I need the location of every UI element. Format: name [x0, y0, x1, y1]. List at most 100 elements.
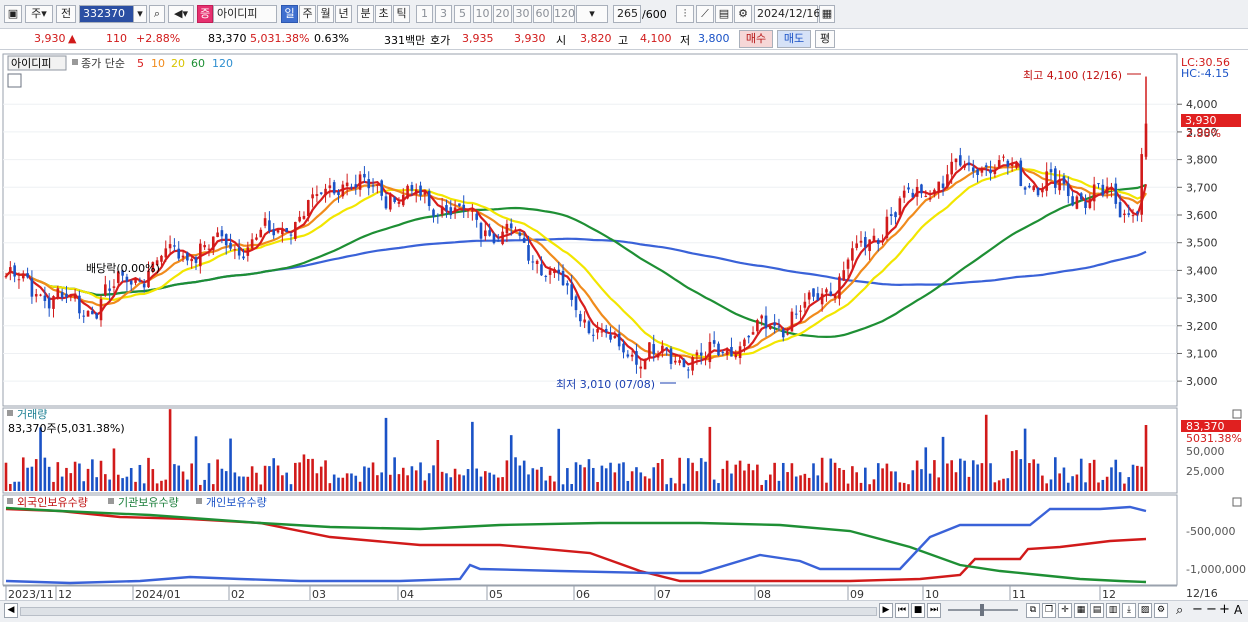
volume-bar [760, 484, 763, 491]
candle-body [129, 280, 133, 285]
scroll-right-icon[interactable]: ▶ [879, 603, 893, 618]
save-icon[interactable]: ▤ [715, 5, 733, 23]
scroll-track[interactable] [20, 607, 877, 616]
interval-120[interactable]: 120 [553, 5, 575, 23]
volume-bar [920, 469, 923, 491]
font-size-icon[interactable]: A [1234, 603, 1242, 617]
candle-body [259, 229, 263, 238]
candle-body [548, 270, 552, 275]
interval-5[interactable]: 5 [454, 5, 471, 23]
interval-10[interactable]: 10 [473, 5, 492, 23]
market-select[interactable]: 주▾ [25, 5, 53, 23]
stop-icon[interactable]: ■ [911, 603, 925, 618]
scroll-last-icon[interactable]: ⏭ [927, 603, 941, 618]
volume-bar [397, 474, 401, 491]
count-input[interactable]: 265 [613, 5, 641, 23]
period-year[interactable]: 년 [335, 5, 352, 23]
candle-body [794, 313, 798, 315]
candle-body [971, 167, 975, 172]
legend-ma20[interactable]: 20 [171, 57, 185, 70]
period-month[interactable]: 월 [317, 5, 334, 23]
interval-1[interactable]: 1 [416, 5, 433, 23]
volume-bar [583, 467, 586, 491]
zoom-reset-icon[interactable]: − [1206, 602, 1217, 617]
candle-body [319, 192, 323, 194]
volume-bar [350, 473, 353, 491]
candle-body [501, 231, 504, 245]
volume-bar [190, 463, 193, 491]
candle-body [924, 195, 928, 197]
volume-bar [911, 470, 915, 491]
zoom-in-icon[interactable]: + [1219, 602, 1230, 617]
mode-button[interactable]: 전 [56, 5, 76, 23]
candle-type-icon[interactable]: ⫶ [676, 5, 694, 23]
copy-icon[interactable]: ❐ [1042, 603, 1056, 618]
volume-close-icon[interactable] [1232, 409, 1242, 419]
zoom-slider-handle[interactable] [980, 604, 984, 616]
code-dropdown-icon[interactable]: ▾ [133, 5, 147, 23]
legend-ma60[interactable]: 60 [191, 57, 205, 70]
candle-body [674, 360, 677, 363]
interval-20[interactable]: 20 [493, 5, 512, 23]
period-minute[interactable]: 분 [357, 5, 374, 23]
window-menu-icon[interactable]: ▣ [4, 5, 22, 23]
period-day[interactable]: 일 [281, 5, 298, 23]
layout-icon[interactable]: ▤ [1090, 603, 1104, 618]
grid-toggle-icon[interactable] [7, 73, 22, 88]
code-input[interactable]: 332370 [79, 5, 137, 23]
draw-tool-icon[interactable]: ⟋ [696, 5, 714, 23]
buy-button[interactable]: 매수 [739, 30, 773, 48]
export-icon[interactable]: ⤓ [1122, 603, 1136, 618]
candle-body [1049, 169, 1053, 173]
volume-bar [963, 460, 966, 491]
grid-icon[interactable]: ▦ [1074, 603, 1088, 618]
candle-body [790, 311, 794, 332]
volume-bar [1136, 465, 1139, 491]
crosshair-icon[interactable]: ✛ [1058, 603, 1072, 618]
legend-ma10[interactable]: 10 [151, 57, 165, 70]
sound-icon[interactable]: ◀▾ [168, 5, 194, 23]
candle-body [997, 160, 1001, 167]
volume-bar [1015, 450, 1018, 491]
legend-kind: 종가 단순 [81, 57, 125, 70]
volume-bar [1062, 467, 1066, 491]
volume-bar [1144, 425, 1148, 491]
panel-icon[interactable]: ▥ [1106, 603, 1120, 618]
candle-body [807, 292, 811, 300]
holder-close-icon[interactable] [1232, 497, 1242, 507]
settings-icon[interactable]: ⚙ [1154, 603, 1168, 618]
period-second[interactable]: 초 [375, 5, 392, 23]
period-tick[interactable]: 틱 [393, 5, 410, 23]
interval-3[interactable]: 3 [435, 5, 452, 23]
candle-body [1045, 171, 1048, 191]
candle-body [682, 359, 686, 368]
sell-button[interactable]: 매도 [777, 30, 811, 48]
date-input[interactable]: 2024/12/16 [754, 5, 820, 23]
legend-ma120[interactable]: 120 [212, 57, 233, 70]
scroll-left-icon[interactable]: ◀ [4, 603, 18, 618]
calendar-icon[interactable]: ▦ [819, 5, 835, 23]
zoom-search-icon[interactable]: ⌕ [1176, 603, 1183, 618]
search-icon[interactable]: ⌕ [149, 5, 165, 23]
gear-icon[interactable]: ⚙ [734, 5, 752, 23]
period-week[interactable]: 주 [299, 5, 316, 23]
stock-chart[interactable]: 아이디피 종가 단순 5 10 20 60 120 4,0003,9003,80… [0, 50, 1248, 606]
split-view-icon[interactable]: ⧉ [1026, 603, 1040, 618]
low-label: 저 [680, 34, 691, 47]
interval-dropdown[interactable]: ▾ [576, 5, 608, 23]
image-icon[interactable]: ▨ [1138, 603, 1152, 618]
zoom-out-icon[interactable]: − [1192, 602, 1203, 617]
even-button[interactable]: 평 [815, 30, 835, 48]
candle-body [1019, 160, 1023, 187]
candle-body [224, 234, 228, 246]
volume-bar [980, 463, 984, 491]
interval-60[interactable]: 60 [533, 5, 552, 23]
legend-ma5[interactable]: 5 [137, 57, 144, 70]
candle-body [591, 334, 595, 336]
stock-name-field[interactable]: 아이디피 [213, 5, 277, 23]
interval-30[interactable]: 30 [513, 5, 532, 23]
volume-bar [587, 459, 591, 491]
volume-bar [838, 468, 841, 491]
scroll-first-icon[interactable]: ⏮ [895, 603, 909, 618]
candle-body [829, 291, 833, 296]
